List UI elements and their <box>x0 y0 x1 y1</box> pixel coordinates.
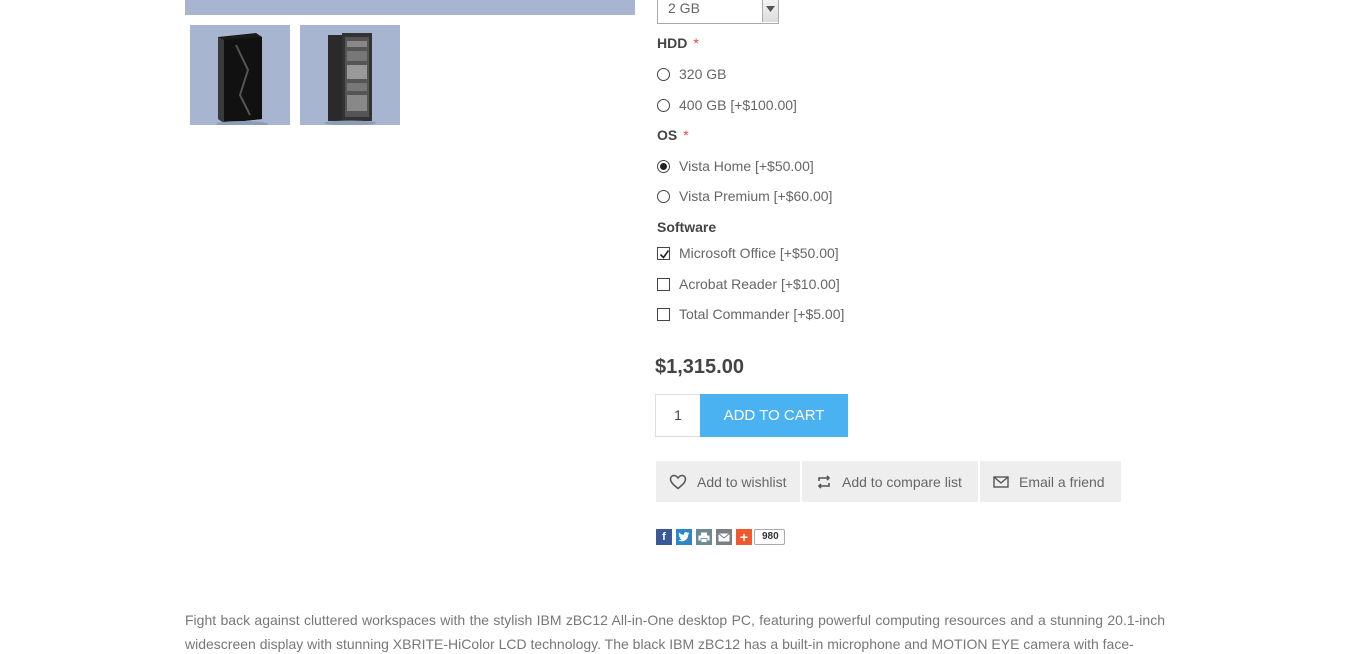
compare-label: Add to compare list <box>842 473 962 490</box>
product-price: $1,315.00 <box>655 356 744 378</box>
product-description: Fight back against cluttered workspaces … <box>185 612 1165 652</box>
radio-button[interactable] <box>657 98 670 112</box>
main-product-image[interactable] <box>185 0 635 15</box>
hdd-option-label: 320 GB <box>679 66 727 82</box>
email-share-icon[interactable] <box>716 529 732 545</box>
add-to-compare-button[interactable]: Add to compare list <box>802 461 978 502</box>
twitter-icon[interactable] <box>676 529 692 545</box>
required-mark: * <box>693 35 699 51</box>
os-title-label: OS <box>657 127 678 143</box>
checkbox[interactable] <box>657 307 670 321</box>
required-mark: * <box>683 127 689 143</box>
server-open-image <box>324 33 376 125</box>
software-option-ms-office[interactable]: Microsoft Office [+$50.00] <box>657 244 839 262</box>
heart-icon <box>669 474 687 489</box>
compare-icon <box>817 474 831 489</box>
software-title: Software <box>657 219 716 235</box>
thumbnail-2[interactable] <box>300 25 400 125</box>
software-option-acrobat[interactable]: Acrobat Reader [+$10.00] <box>657 275 840 293</box>
email-label: Email a friend <box>1019 473 1105 490</box>
os-option-label: Vista Premium [+$60.00] <box>679 188 833 204</box>
server-front-image <box>216 33 268 125</box>
os-option-label: Vista Home [+$50.00] <box>679 158 814 174</box>
software-option-total-commander[interactable]: Total Commander [+$5.00] <box>657 305 844 323</box>
email-a-friend-button[interactable]: Email a friend <box>980 461 1121 502</box>
add-to-cart-button[interactable]: ADD TO CART <box>700 394 848 437</box>
os-option-vista-premium[interactable]: Vista Premium [+$60.00] <box>657 187 832 205</box>
os-option-vista-home[interactable]: Vista Home [+$50.00] <box>657 157 814 175</box>
chevron-down-icon[interactable] <box>762 0 778 22</box>
checkbox-checked[interactable] <box>657 246 670 260</box>
radio-button[interactable] <box>657 67 670 81</box>
os-title: OS * <box>657 127 689 143</box>
checkmark-icon <box>659 249 670 259</box>
share-count: 980 <box>754 529 785 545</box>
thumbnail-1[interactable] <box>190 25 290 125</box>
more-share-icon[interactable]: + <box>736 529 752 545</box>
hdd-option-label: 400 GB [+$100.00] <box>679 97 797 113</box>
software-option-label: Acrobat Reader [+$10.00] <box>679 276 840 292</box>
add-to-wishlist-button[interactable]: Add to wishlist <box>656 461 800 502</box>
print-icon[interactable] <box>696 529 712 545</box>
wishlist-label: Add to wishlist <box>697 473 787 490</box>
share-bar: f + 980 <box>656 529 785 545</box>
hdd-title: HDD * <box>657 35 699 51</box>
software-title-label: Software <box>657 219 717 235</box>
software-option-label: Microsoft Office [+$50.00] <box>679 245 839 261</box>
ram-select[interactable]: 2 GB <box>657 0 779 24</box>
hdd-option-400[interactable]: 400 GB [+$100.00] <box>657 96 797 114</box>
quantity-input[interactable]: 1 <box>655 394 700 437</box>
checkbox[interactable] <box>657 277 670 291</box>
radio-button-selected[interactable] <box>657 159 670 173</box>
facebook-icon[interactable]: f <box>656 529 672 545</box>
software-option-label: Total Commander [+$5.00] <box>679 306 845 322</box>
envelope-icon <box>993 475 1009 488</box>
hdd-option-320[interactable]: 320 GB <box>657 65 726 83</box>
ram-select-value: 2 GB <box>668 0 700 16</box>
radio-button[interactable] <box>657 189 670 203</box>
hdd-title-label: HDD <box>657 35 688 51</box>
